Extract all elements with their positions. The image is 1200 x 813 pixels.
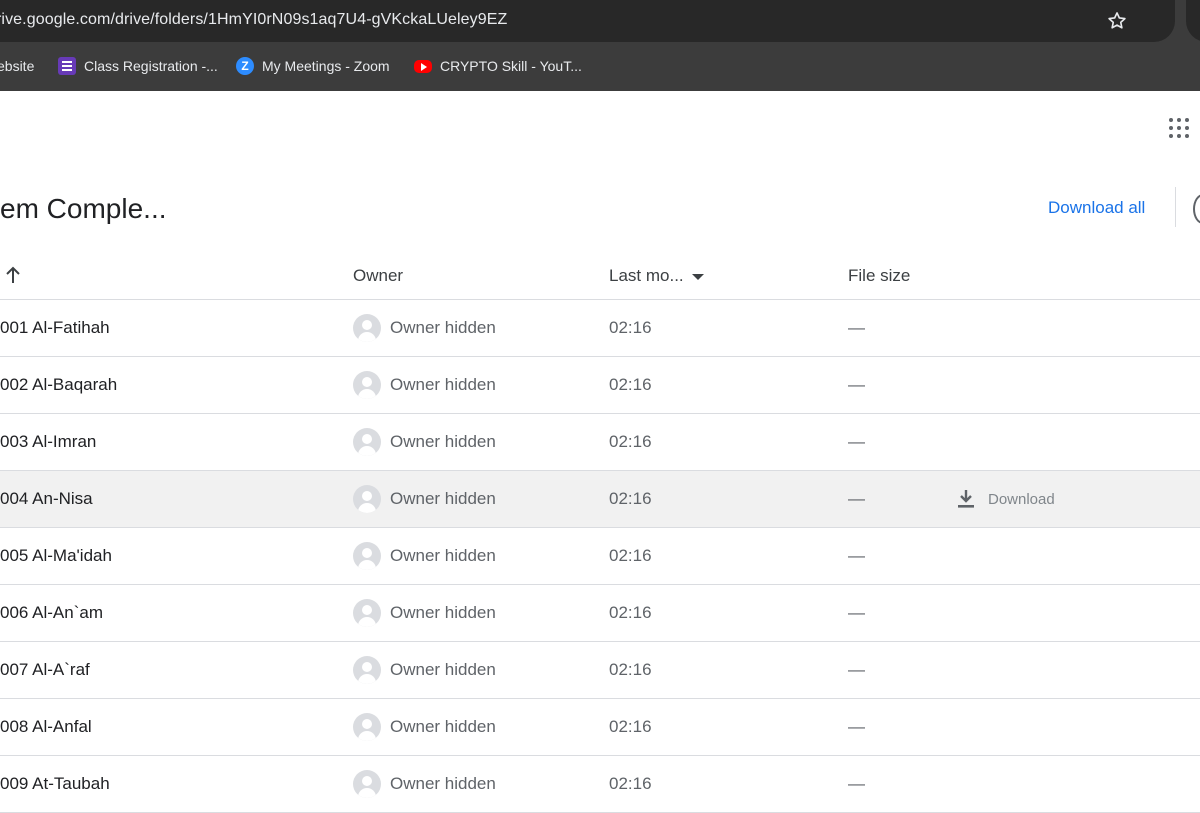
row-download-button[interactable]: Download <box>956 487 1055 511</box>
file-name[interactable]: 008 Al-Anfal <box>0 717 92 737</box>
file-modified: 02:16 <box>609 489 652 508</box>
address-bar[interactable]: drive.google.com/drive/folders/1HmYI0rN0… <box>0 0 1175 42</box>
table-row[interactable]: 009 At-Taubah Owner hidden 02:16 — <box>0 756 1200 813</box>
column-header-file-size[interactable]: File size <box>848 266 910 286</box>
file-owner: Owner hidden <box>390 717 496 736</box>
zoom-icon: Z <box>236 57 254 75</box>
column-header-last-modified-label: Last mo... <box>609 266 684 285</box>
table-row[interactable]: 006 Al-An`am Owner hidden 02:16 — <box>0 585 1200 642</box>
file-size: — <box>848 660 865 679</box>
sort-ascending-icon[interactable] <box>3 264 23 286</box>
file-name[interactable]: 009 At-Taubah <box>0 774 110 794</box>
owner-avatar-icon <box>353 599 381 627</box>
bookmark-website[interactable]: ebsite <box>0 52 34 80</box>
browser-chrome: drive.google.com/drive/folders/1HmYI0rN0… <box>0 0 1200 91</box>
file-name[interactable]: 002 Al-Baqarah <box>0 375 117 395</box>
file-list: 001 Al-Fatihah Owner hidden 02:16 — 002 … <box>0 300 1200 813</box>
profile-button[interactable] <box>1186 0 1200 42</box>
sort-descending-icon <box>691 273 704 280</box>
file-modified: 02:16 <box>609 774 652 793</box>
file-owner: Owner hidden <box>390 318 496 337</box>
file-owner: Owner hidden <box>390 546 496 565</box>
download-label: Download <box>988 490 1055 508</box>
table-row[interactable]: 004 An-Nisa Owner hidden 02:16 — Downloa… <box>0 471 1200 528</box>
file-name[interactable]: 006 Al-An`am <box>0 603 103 623</box>
file-modified: 02:16 <box>609 603 652 622</box>
bookmark-crypto-youtube[interactable]: CRYPTO Skill - YouT... <box>414 52 582 80</box>
owner-avatar-icon <box>353 485 381 513</box>
file-modified: 02:16 <box>609 660 652 679</box>
owner-avatar-icon <box>353 371 381 399</box>
address-url[interactable]: drive.google.com/drive/folders/1HmYI0rN0… <box>0 11 507 29</box>
file-owner: Owner hidden <box>390 375 496 394</box>
table-header: Owner Last mo... File size <box>0 253 1200 300</box>
folder-title: em Comple... <box>0 193 167 224</box>
forms-icon <box>58 57 76 75</box>
column-header-owner[interactable]: Owner <box>353 266 403 286</box>
table-row[interactable]: 008 Al-Anfal Owner hidden 02:16 — <box>0 699 1200 756</box>
file-name[interactable]: 004 An-Nisa <box>0 489 93 509</box>
file-name[interactable]: 005 Al-Ma'idah <box>0 546 112 566</box>
file-size: — <box>848 774 865 793</box>
table-row[interactable]: 007 Al-A`raf Owner hidden 02:16 — <box>0 642 1200 699</box>
table-row[interactable]: 005 Al-Ma'idah Owner hidden 02:16 — <box>0 528 1200 585</box>
owner-avatar-icon <box>353 542 381 570</box>
file-modified: 02:16 <box>609 432 652 451</box>
file-owner: Owner hidden <box>390 774 496 793</box>
file-name[interactable]: 003 Al-Imran <box>0 432 96 452</box>
file-size: — <box>848 546 865 565</box>
bookmark-label: My Meetings - Zoom <box>262 58 390 74</box>
file-owner: Owner hidden <box>390 603 496 622</box>
table-row[interactable]: 002 Al-Baqarah Owner hidden 02:16 — <box>0 357 1200 414</box>
table-row[interactable]: 003 Al-Imran Owner hidden 02:16 — <box>0 414 1200 471</box>
file-owner: Owner hidden <box>390 489 496 508</box>
toolbar-divider <box>1175 187 1176 227</box>
file-size: — <box>848 489 865 508</box>
bookmark-label: ebsite <box>0 58 35 74</box>
bookmark-label: CRYPTO Skill - YouT... <box>440 58 582 74</box>
file-owner: Owner hidden <box>390 432 496 451</box>
google-apps-icon[interactable] <box>1169 118 1189 138</box>
download-icon <box>958 490 974 508</box>
file-size: — <box>848 432 865 451</box>
owner-avatar-icon <box>353 713 381 741</box>
file-modified: 02:16 <box>609 717 652 736</box>
owner-avatar-icon <box>353 770 381 798</box>
column-header-last-modified[interactable]: Last mo... <box>609 266 704 286</box>
more-options-icon[interactable] <box>1193 194 1200 224</box>
owner-avatar-icon <box>353 314 381 342</box>
file-size: — <box>848 717 865 736</box>
owner-avatar-icon <box>353 428 381 456</box>
youtube-icon <box>414 59 432 73</box>
owner-avatar-icon <box>353 656 381 684</box>
file-modified: 02:16 <box>609 318 652 337</box>
file-size: — <box>848 375 865 394</box>
file-size: — <box>848 318 865 337</box>
bookmark-label: Class Registration -... <box>84 58 218 74</box>
bookmark-zoom-meetings[interactable]: Z My Meetings - Zoom <box>236 52 390 80</box>
file-name[interactable]: 007 Al-A`raf <box>0 660 90 680</box>
file-modified: 02:16 <box>609 375 652 394</box>
file-modified: 02:16 <box>609 546 652 565</box>
download-all-button[interactable]: Download all <box>1048 198 1145 218</box>
bookmark-star-icon[interactable] <box>1106 10 1128 32</box>
table-row[interactable]: 001 Al-Fatihah Owner hidden 02:16 — <box>0 300 1200 357</box>
file-size: — <box>848 603 865 622</box>
file-name[interactable]: 001 Al-Fatihah <box>0 318 110 338</box>
bookmark-class-registration[interactable]: Class Registration -... <box>58 52 218 80</box>
file-owner: Owner hidden <box>390 660 496 679</box>
bookmarks-bar: ebsite Class Registration -... Z My Meet… <box>0 52 1200 80</box>
